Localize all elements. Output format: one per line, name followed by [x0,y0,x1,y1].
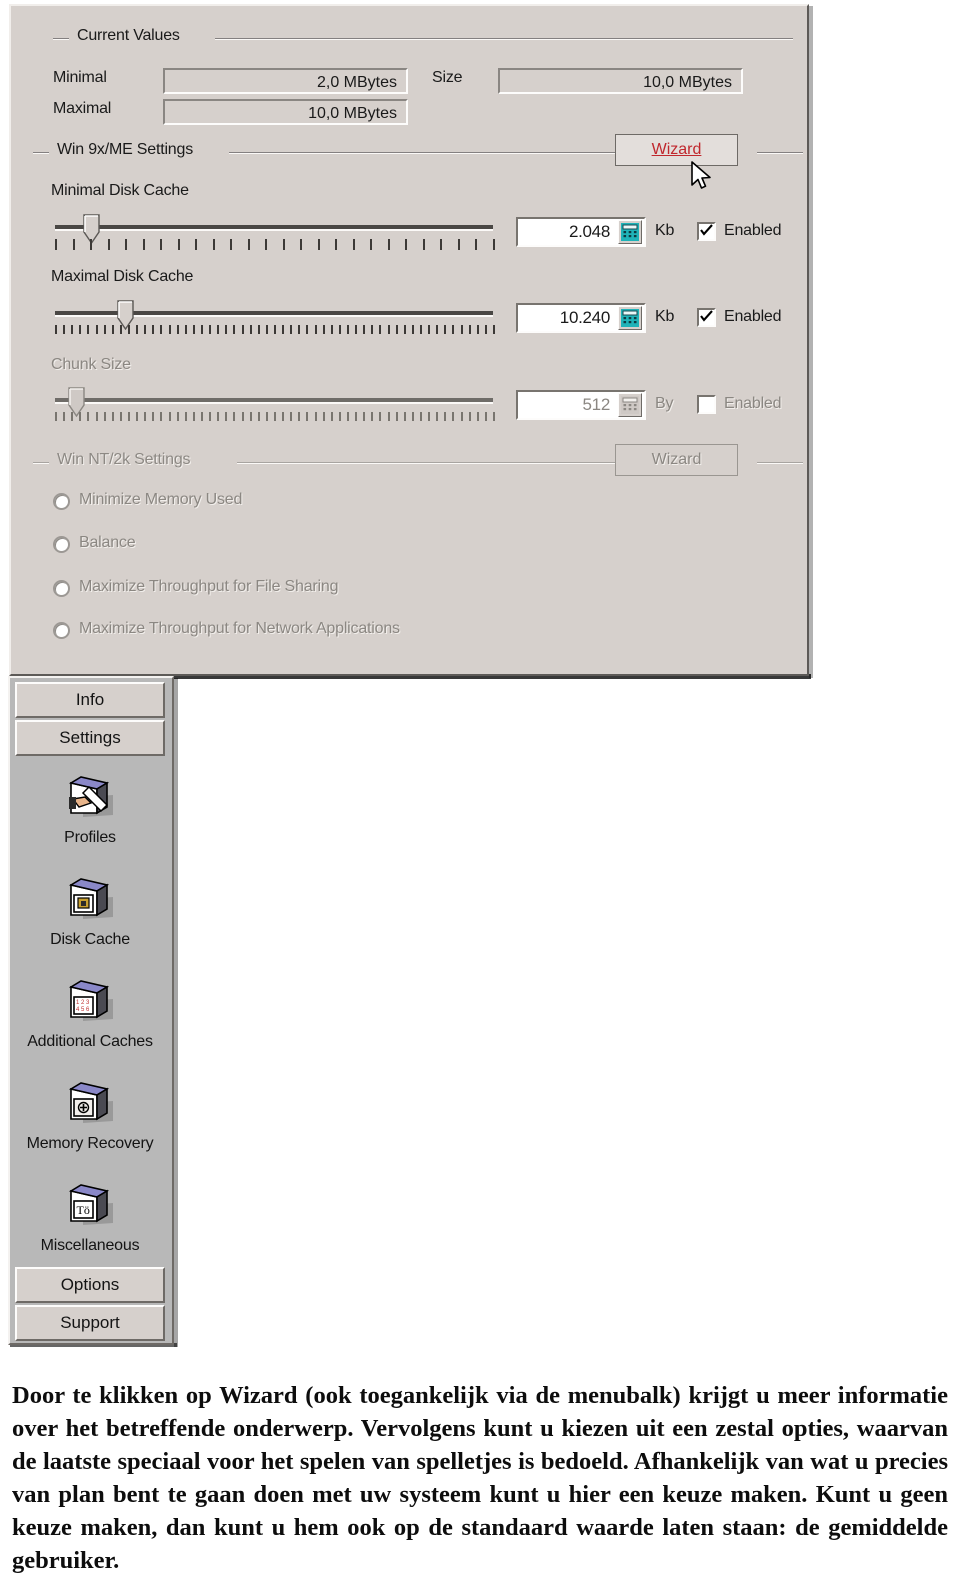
minimal-disk-cache-enabled-checkbox[interactable] [697,222,716,241]
groupbox-line-right [757,152,803,154]
slider-rail [55,225,493,231]
radio-label-maximize-throughput-file-sharing: Maximize Throughput for File Sharing [79,578,339,595]
additional-caches-book-icon: 123 456 [15,974,165,1032]
win9x-settings-title: Win 9x/ME Settings [51,141,200,159]
winnt-wizard-label: Wizard [651,451,702,468]
minimal-disk-cache-unit: Kb [655,222,675,239]
groupbox-line-left [33,152,49,154]
sidebar-item-miscellaneous[interactable]: Tö Miscellaneous [15,1178,165,1255]
memory-recovery-book-icon [15,1076,165,1134]
calculator-icon[interactable] [618,220,642,244]
slider-ticks [55,325,495,339]
maximal-disk-cache-enabled-label: Enabled [724,308,782,325]
disk-cache-settings-panel: Current Values Minimal 2,0 MBytes Maxima… [9,4,809,676]
maximal-disk-cache-label: Maximal Disk Cache [51,268,194,285]
sidebar-button-support-label: Support [60,1313,120,1332]
minimal-value-field: 2,0 MBytes [163,68,408,94]
groupbox-line-right [757,462,803,464]
win9x-settings-group: Win 9x/ME Settings [33,141,803,432]
sidebar-item-miscellaneous-label: Miscellaneous [40,1237,140,1254]
winnt-settings-group: Win NT/2k Settings [33,451,803,652]
size-label: Size [432,69,463,86]
radio-label-maximize-throughput-network-apps: Maximize Throughput for Network Applicat… [79,620,400,637]
chunk-size-unit: By [655,395,674,412]
profiles-book-pencil-icon [15,770,165,828]
slider-ticks [55,239,495,253]
groupbox-line-left [53,38,69,40]
sidebar-button-options[interactable]: Options [15,1267,165,1303]
miscellaneous-book-icon: Tö [15,1178,165,1236]
groupbox-line-mid [229,152,627,154]
groupbox-line-right [215,38,793,40]
radio-label-minimize-memory-used: Minimize Memory Used [79,491,243,508]
radio-minimize-memory-used[interactable] [53,493,70,510]
disk-cache-book-icon [15,872,165,930]
sidebar-item-memory-recovery[interactable]: Memory Recovery [15,1076,165,1153]
win9x-wizard-label: Wizard [651,141,702,158]
minimal-disk-cache-value: 2.048 [568,222,610,241]
sidebar-item-disk-cache[interactable]: Disk Cache [15,872,165,949]
sidebar-item-disk-cache-label: Disk Cache [50,931,130,948]
minimal-disk-cache-enabled-label: Enabled [724,222,782,239]
sidebar-button-support[interactable]: Support [15,1305,165,1341]
current-values-title: Current Values [71,27,186,45]
sidebar-navigation-panel: Info Settings Profiles Disk Cache 1 2 3 … [8,676,174,1345]
size-value-field: 10,0 MBytes [498,68,743,94]
calculator-icon[interactable] [618,306,642,330]
current-values-group: Current Values [53,27,793,126]
mouse-cursor-icon [691,161,711,189]
win9x-wizard-button[interactable]: Wizard [615,134,738,166]
slider-ticks [55,412,495,426]
maximal-disk-cache-input[interactable]: 10.240 [516,303,646,333]
slider-rail [55,311,493,317]
slider-thumb[interactable] [83,214,100,245]
radio-balance[interactable] [53,536,70,553]
slider-rail [55,398,493,404]
svg-text:Tö: Tö [77,1203,90,1217]
maximal-disk-cache-unit: Kb [655,308,675,325]
maximal-value-field: 10,0 MBytes [163,99,408,125]
sidebar-item-memory-recovery-label: Memory Recovery [26,1135,154,1152]
maximal-disk-cache-value: 10.240 [559,308,611,327]
groupbox-line-mid [237,462,627,464]
sidebar-item-additional-caches-label: Additional Caches [27,1033,153,1050]
sidebar-button-info-label: Info [75,690,105,709]
minimal-label: Minimal [53,69,107,86]
minimal-disk-cache-label: Minimal Disk Cache [51,182,189,199]
slider-thumb[interactable] [68,387,85,418]
maximal-label: Maximal [53,100,112,117]
sidebar-button-info[interactable]: Info [15,682,165,718]
maximal-disk-cache-enabled-checkbox[interactable] [697,308,716,327]
sidebar-button-options-label: Options [60,1275,120,1294]
minimal-disk-cache-input[interactable]: 2.048 [516,217,646,247]
sidebar-item-profiles[interactable]: Profiles [15,770,165,847]
sidebar-drop-shadow-right [174,678,178,1347]
sidebar-item-additional-caches[interactable]: 123 456 Additional Caches [15,974,165,1051]
caption-paragraph: Door te klikken op Wizard (ook toegankel… [12,1382,948,1574]
radio-maximize-throughput-file-sharing[interactable] [53,580,70,597]
sidebar-button-settings-label: Settings [59,728,121,747]
calculator-icon[interactable] [618,393,642,417]
dialog-drop-shadow-right [809,6,813,678]
winnt-wizard-button[interactable]: Wizard [615,444,738,476]
slider-thumb[interactable] [117,300,134,331]
chunk-size-input[interactable]: 512 [516,390,646,420]
radio-label-balance: Balance [79,534,136,551]
groupbox-line-left [33,462,49,464]
sidebar-item-profiles-label: Profiles [64,829,116,846]
winnt-settings-title: Win NT/2k Settings [51,451,197,469]
radio-maximize-throughput-network-apps[interactable] [53,622,70,639]
sidebar-button-settings[interactable]: Settings [15,720,165,756]
chunk-size-enabled-checkbox[interactable] [697,395,716,414]
chunk-size-enabled-label: Enabled [724,395,782,412]
chunk-size-value: 512 [582,395,611,414]
chunk-size-label: Chunk Size [51,356,131,373]
screenshot-page: Current Values Minimal 2,0 MBytes Maxima… [0,0,960,1589]
